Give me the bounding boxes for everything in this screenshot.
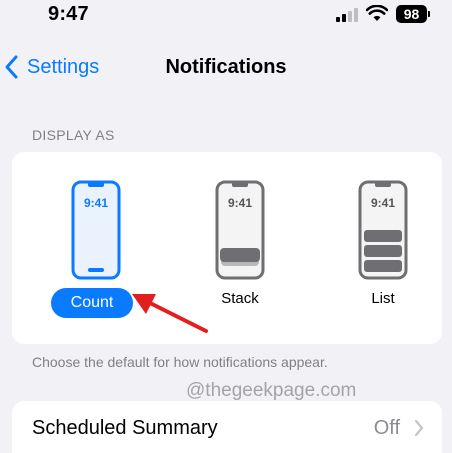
chevron-right-icon bbox=[414, 419, 424, 437]
navigation-bar: Settings Notifications bbox=[0, 44, 452, 88]
phone-stack-icon: 9:41 bbox=[215, 180, 265, 280]
scheduled-summary-label: Scheduled Summary bbox=[32, 417, 218, 439]
phone-time: 9:41 bbox=[84, 196, 108, 210]
battery-icon: 98 bbox=[396, 5, 430, 23]
watermark: @thegeekpage.com bbox=[186, 380, 357, 401]
display-as-card: 9:41 Count 9:41 Stack 9:41 List bbox=[12, 152, 442, 344]
wifi-icon bbox=[366, 5, 388, 21]
page-title: Notifications bbox=[165, 56, 287, 78]
display-option-list[interactable]: 9:41 List bbox=[323, 152, 443, 344]
scheduled-summary-value: Off bbox=[373, 417, 400, 439]
status-time: 9:47 bbox=[48, 3, 89, 25]
phone-count-icon: 9:41 bbox=[71, 180, 121, 280]
scheduled-summary-row[interactable]: Scheduled Summary Off bbox=[12, 401, 442, 453]
display-as-footer: Choose the default for how notifications… bbox=[32, 354, 328, 370]
display-as-header: DISPLAY AS bbox=[32, 127, 115, 143]
phone-time: 9:41 bbox=[371, 196, 395, 210]
cellular-signal-icon bbox=[336, 8, 360, 22]
status-bar: 9:47 98 bbox=[0, 0, 452, 36]
option-label-list: List bbox=[371, 290, 395, 307]
phone-time: 9:41 bbox=[228, 196, 252, 210]
phone-list-icon: 9:41 bbox=[358, 180, 408, 280]
annotation-arrow-icon bbox=[132, 294, 208, 333]
